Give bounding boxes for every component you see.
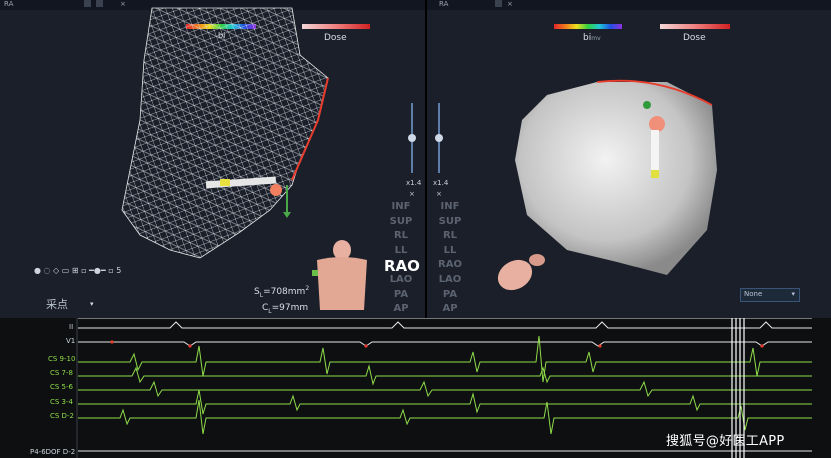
view-rl-left[interactable]: RL xyxy=(386,229,416,244)
view-buttons-right[interactable]: INF SUP RL LL RAO LAO PA AP xyxy=(435,200,465,317)
view-ll-right[interactable]: LL xyxy=(435,244,465,259)
view-sup-left[interactable]: SUP xyxy=(386,215,416,230)
left-map-panel[interactable]: RA × bi Dose x1.4 × ● ◌ ◇ ▭ ⊞ ▫ ━●━ ▫ 5 … xyxy=(0,0,425,318)
zoom-slider-handle[interactable] xyxy=(408,134,416,142)
view-inf-right[interactable]: INF xyxy=(435,200,465,215)
view-pa-right[interactable]: PA xyxy=(435,288,465,303)
right-map-panel[interactable]: RA × bimv Dose x1.4 × INF SUP RL LL RAO xyxy=(427,0,831,318)
area-readout: SL=708mm2 xyxy=(254,285,310,299)
circumference-readout: CL=97mm xyxy=(262,303,309,315)
view-rao-right[interactable]: RAO xyxy=(435,258,465,273)
reset-icon[interactable]: × xyxy=(409,190,415,198)
view-buttons-left-lower[interactable]: LAO PA AP xyxy=(386,273,416,317)
dropdown-value: None xyxy=(744,290,763,298)
view-rl-right[interactable]: RL xyxy=(435,229,465,244)
torso-orientation-icon xyxy=(312,240,367,310)
view-ap-right[interactable]: AP xyxy=(435,302,465,317)
map-toolbar[interactable]: ● ◌ ◇ ▭ ⊞ ▫ ━●━ ▫ 5 xyxy=(34,266,121,275)
sampling-dropdown-icon[interactable]: ▾ xyxy=(90,300,94,308)
chevron-down-icon: ▾ xyxy=(791,290,795,298)
view-sup-right[interactable]: SUP xyxy=(435,215,465,230)
ra-surface-shell[interactable] xyxy=(427,0,831,318)
watermark: 搜狐号@好医工APP xyxy=(666,434,785,449)
zoom-level: x1.4 xyxy=(406,179,422,187)
view-lao-right[interactable]: LAO xyxy=(435,273,465,288)
view-lao-left[interactable]: LAO xyxy=(386,273,416,288)
sampling-label: 采点 xyxy=(46,298,68,311)
view-buttons-left[interactable]: INF SUP RL LL xyxy=(386,200,416,258)
view-pa-left[interactable]: PA xyxy=(386,288,416,303)
overlay-dropdown[interactable]: None ▾ xyxy=(740,288,800,302)
view-inf-left[interactable]: INF xyxy=(386,200,416,215)
view-ap-left[interactable]: AP xyxy=(386,302,416,317)
